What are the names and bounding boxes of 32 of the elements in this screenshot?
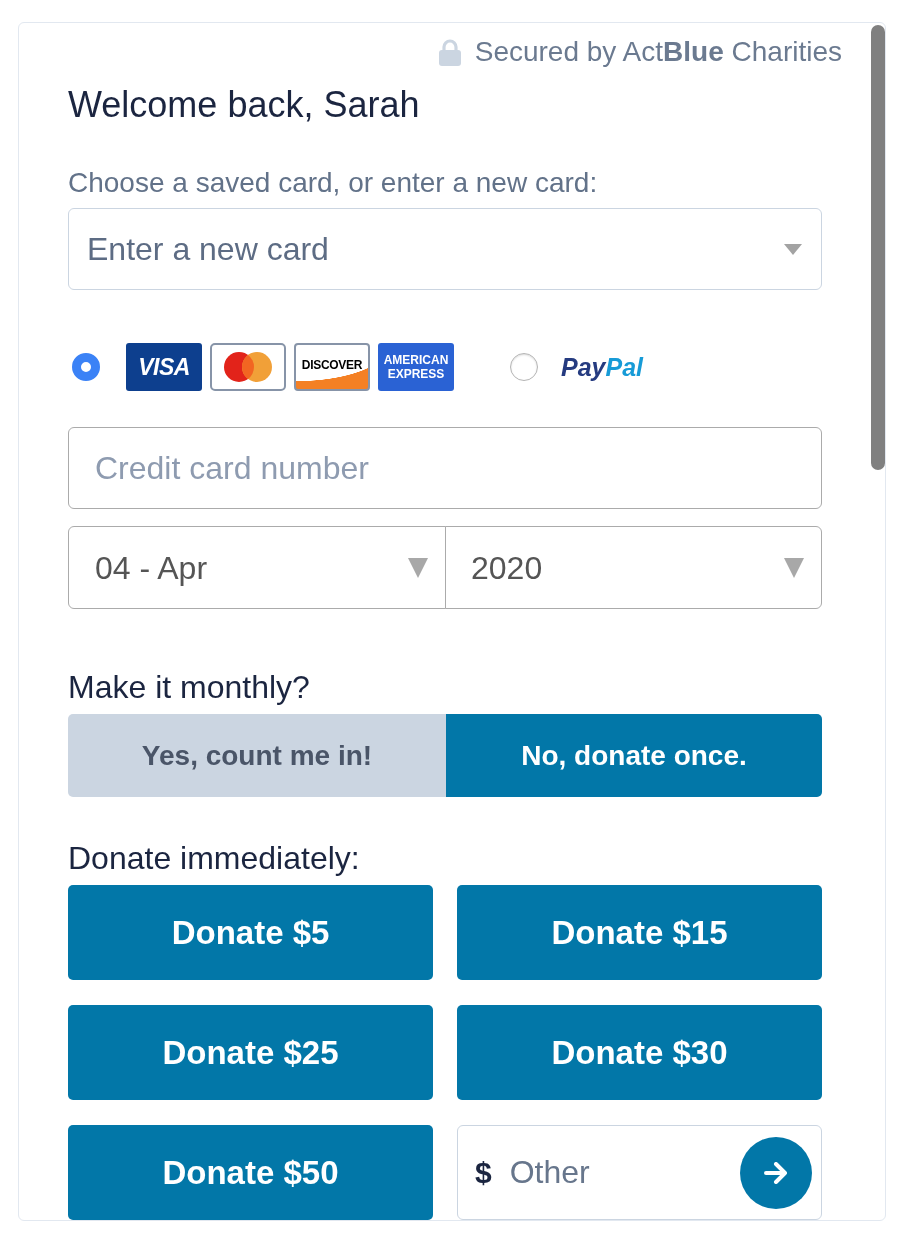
caret-down-icon [408,557,428,578]
other-amount-input[interactable]: Other [509,1142,740,1203]
saved-card-select[interactable]: Enter a new card [68,208,822,290]
currency-symbol: $ [475,1155,492,1191]
card-number-input[interactable]: Credit card number [68,427,822,510]
caret-down-icon [784,243,802,255]
caret-down-icon [784,557,804,578]
donate-label: Donate immediately: [68,839,360,877]
year-select[interactable]: 2020 [445,526,822,610]
scrollbar-thumb[interactable] [871,25,885,470]
saved-card-label: Choose a saved card, or enter a new card: [68,167,598,199]
donate-amount-button[interactable]: Donate $50 [68,1125,433,1220]
mastercard-logo-icon [210,343,286,391]
donate-amount-button[interactable]: Donate $15 [457,885,822,980]
month-select[interactable]: 04 - Apr [68,526,446,610]
welcome-heading: Welcome back, Sarah [68,84,420,126]
lock-icon [438,38,461,66]
other-amount-field[interactable]: $ Other [457,1125,822,1220]
arrow-right-icon [764,1161,788,1184]
donate-amount-button[interactable]: Donate $25 [68,1005,433,1100]
radio-button[interactable] [510,353,538,381]
donate-amount-button[interactable]: Donate $30 [457,1005,822,1100]
donate-amount-button[interactable]: Donate $5 [68,885,433,980]
visa-logo: VISA [126,343,202,391]
frequency-toggle-button[interactable]: No, donate once. [446,714,822,797]
discover-logo: DISCOVER [294,343,370,391]
security-note: Secured by ActBlue Charities [474,36,842,68]
amex-logo: AMERICAN EXPRESS [378,343,454,391]
radio-button[interactable] [72,353,100,381]
monthly-label: Make it monthly? [68,668,310,707]
paypal-logo: PayPal [561,352,643,382]
frequency-toggle-button[interactable]: Yes, count me in! [68,714,446,797]
